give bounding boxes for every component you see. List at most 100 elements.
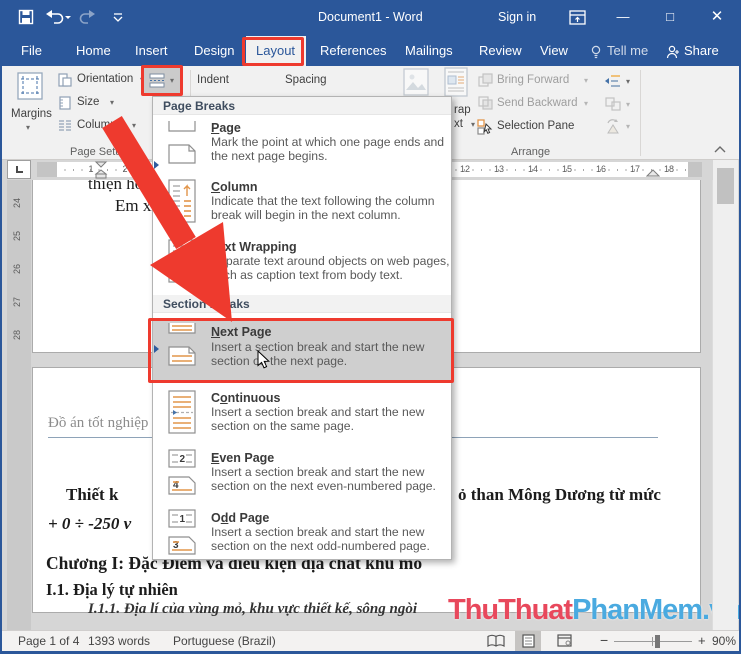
size-label: Size	[77, 96, 100, 108]
position-button[interactable]	[401, 66, 431, 98]
collapse-ribbon-button[interactable]	[714, 145, 726, 153]
ribbon-tab-row: File Home Insert Design Layout Reference…	[0, 36, 741, 66]
bring-forward-button[interactable]: Bring Forward ▾	[478, 73, 596, 90]
annotation-box-next-page	[148, 318, 454, 383]
tab-share[interactable]: Share	[684, 43, 719, 58]
zoom-slider-track[interactable]	[614, 641, 692, 642]
zoom-level[interactable]: 90%	[712, 634, 736, 648]
read-mode-button[interactable]	[483, 631, 509, 651]
close-button[interactable]: ✕	[697, 0, 737, 36]
indent-label: Indent	[197, 74, 229, 86]
web-layout-icon	[556, 634, 572, 647]
selected-marker-icon	[154, 161, 159, 169]
columns-button[interactable]: Columns ▾	[58, 118, 150, 136]
tab-references[interactable]: References	[320, 43, 386, 58]
subsection-heading: I.1.1. Địa lí của vùng mỏ, khu vực thiết…	[88, 601, 418, 617]
read-mode-icon	[487, 634, 505, 648]
menu-item-page-break[interactable]: Page Mark the point at which one page en…	[153, 117, 451, 175]
wrap-text-button[interactable]	[441, 66, 471, 98]
rotate-button[interactable]	[605, 119, 621, 134]
word-count[interactable]: 1393 words	[88, 634, 150, 648]
page-setup-group-label: Page Setup	[70, 146, 128, 158]
orientation-button[interactable]: Orientation ▾	[58, 72, 150, 90]
zoom-out-button[interactable]: −	[600, 632, 608, 648]
customize-qat-button[interactable]	[112, 9, 124, 25]
tab-insert[interactable]: Insert	[135, 43, 168, 58]
bring-forward-icon	[478, 73, 493, 87]
ruler-margin-segment	[688, 162, 702, 177]
h-ruler-number: 18	[663, 164, 675, 174]
doc-title-fragment-left: Thiết k	[66, 485, 119, 504]
menu-item-continuous-break[interactable]: Continuous Insert a section break and st…	[153, 387, 451, 445]
doc-title-fragment-right: ỏ than Mông Dương từ mức	[458, 485, 661, 504]
tab-mailings[interactable]: Mailings	[405, 43, 453, 58]
print-layout-button[interactable]	[515, 631, 541, 651]
window-border	[0, 0, 2, 654]
page-breaks-header: Page Breaks	[153, 97, 451, 115]
zoom-slider-center-notch	[652, 637, 653, 646]
size-icon	[59, 96, 71, 110]
vertical-scrollbar[interactable]	[712, 160, 738, 630]
left-tab-icon	[16, 166, 23, 173]
v-ruler-number: 25	[12, 230, 23, 242]
send-backward-button[interactable]: Send Backward ▾	[478, 96, 596, 113]
undo-button[interactable]	[45, 9, 71, 25]
scrollbar-thumb[interactable]	[717, 168, 734, 204]
h-ruler-number: 12	[459, 164, 471, 174]
svg-text:2: 2	[180, 454, 186, 465]
menu-item-column-break[interactable]: Column Indicate that the text following …	[153, 176, 451, 234]
word-window: Document1 - Word Sign in — □ ✕ File Home…	[0, 0, 741, 654]
chevron-down-icon: ▾	[26, 123, 31, 132]
page-indicator[interactable]: Page 1 of 4	[18, 634, 79, 648]
annotation-box-layout-tab	[242, 37, 304, 66]
svg-text:1: 1	[180, 514, 186, 525]
ruler-margin-segment	[37, 162, 57, 177]
tab-selector[interactable]	[7, 160, 31, 179]
h-ruler-number: 15	[561, 164, 573, 174]
menu-item-even-page-break[interactable]: 2 4 Even Page Insert a section break and…	[153, 447, 451, 505]
right-indent-marker[interactable]	[646, 169, 660, 178]
annotation-box-breaks-button	[141, 65, 183, 96]
menu-item-odd-page-break[interactable]: 1 3 Odd Page Insert a section break and …	[153, 507, 451, 565]
spacing-label: Spacing	[285, 74, 327, 86]
tab-file[interactable]: File	[21, 43, 42, 58]
sign-in-link[interactable]: Sign in	[498, 10, 536, 24]
size-button[interactable]: Size ▾	[58, 95, 150, 113]
chevron-down-icon: ▾	[584, 76, 589, 85]
tab-view[interactable]: View	[540, 43, 568, 58]
send-backward-icon	[478, 96, 493, 110]
indent-markers[interactable]	[93, 161, 109, 179]
language-indicator[interactable]: Portuguese (Brazil)	[173, 634, 276, 648]
group-button[interactable]	[605, 97, 621, 111]
redo-button[interactable]	[78, 9, 96, 25]
margins-button[interactable]: Margins ▾	[8, 68, 52, 148]
menu-item-text-wrapping-break[interactable]: Text Wrapping Separate text around objec…	[153, 236, 451, 294]
ribbon-display-options-button[interactable]	[569, 10, 586, 25]
share-person-icon	[666, 45, 679, 59]
zoom-in-button[interactable]: +	[698, 633, 706, 648]
web-layout-button[interactable]	[551, 631, 577, 651]
columns-icon	[59, 120, 71, 131]
chevron-down-icon: ▾	[471, 120, 476, 129]
save-icon[interactable]	[18, 9, 34, 25]
selection-pane-icon	[477, 119, 493, 135]
selection-pane-button[interactable]: Selection Pane	[477, 119, 595, 136]
v-ruler-number: 27	[12, 296, 23, 308]
tab-design[interactable]: Design	[194, 43, 234, 58]
tab-review[interactable]: Review	[479, 43, 522, 58]
tab-tell-me[interactable]: Tell me	[607, 43, 648, 58]
maximize-button[interactable]: □	[650, 0, 690, 36]
align-button[interactable]	[605, 74, 621, 88]
tab-home[interactable]: Home	[76, 43, 111, 58]
odd-page-break-icon: 1 3	[168, 509, 196, 555]
page-header-text: Đồ án tốt nghiệp	[48, 415, 149, 431]
v-ruler-number: 26	[12, 263, 23, 275]
zoom-slider-thumb[interactable]	[655, 635, 660, 648]
h-ruler-number: 13	[493, 164, 505, 174]
chevron-down-icon: ▾	[626, 122, 631, 131]
section-breaks-header: Section Breaks	[153, 295, 451, 313]
column-break-icon	[168, 179, 196, 223]
vertical-ruler[interactable]: 24 25 26 27 28	[7, 180, 31, 630]
orientation-icon	[58, 73, 72, 87]
minimize-button[interactable]: —	[603, 0, 643, 36]
